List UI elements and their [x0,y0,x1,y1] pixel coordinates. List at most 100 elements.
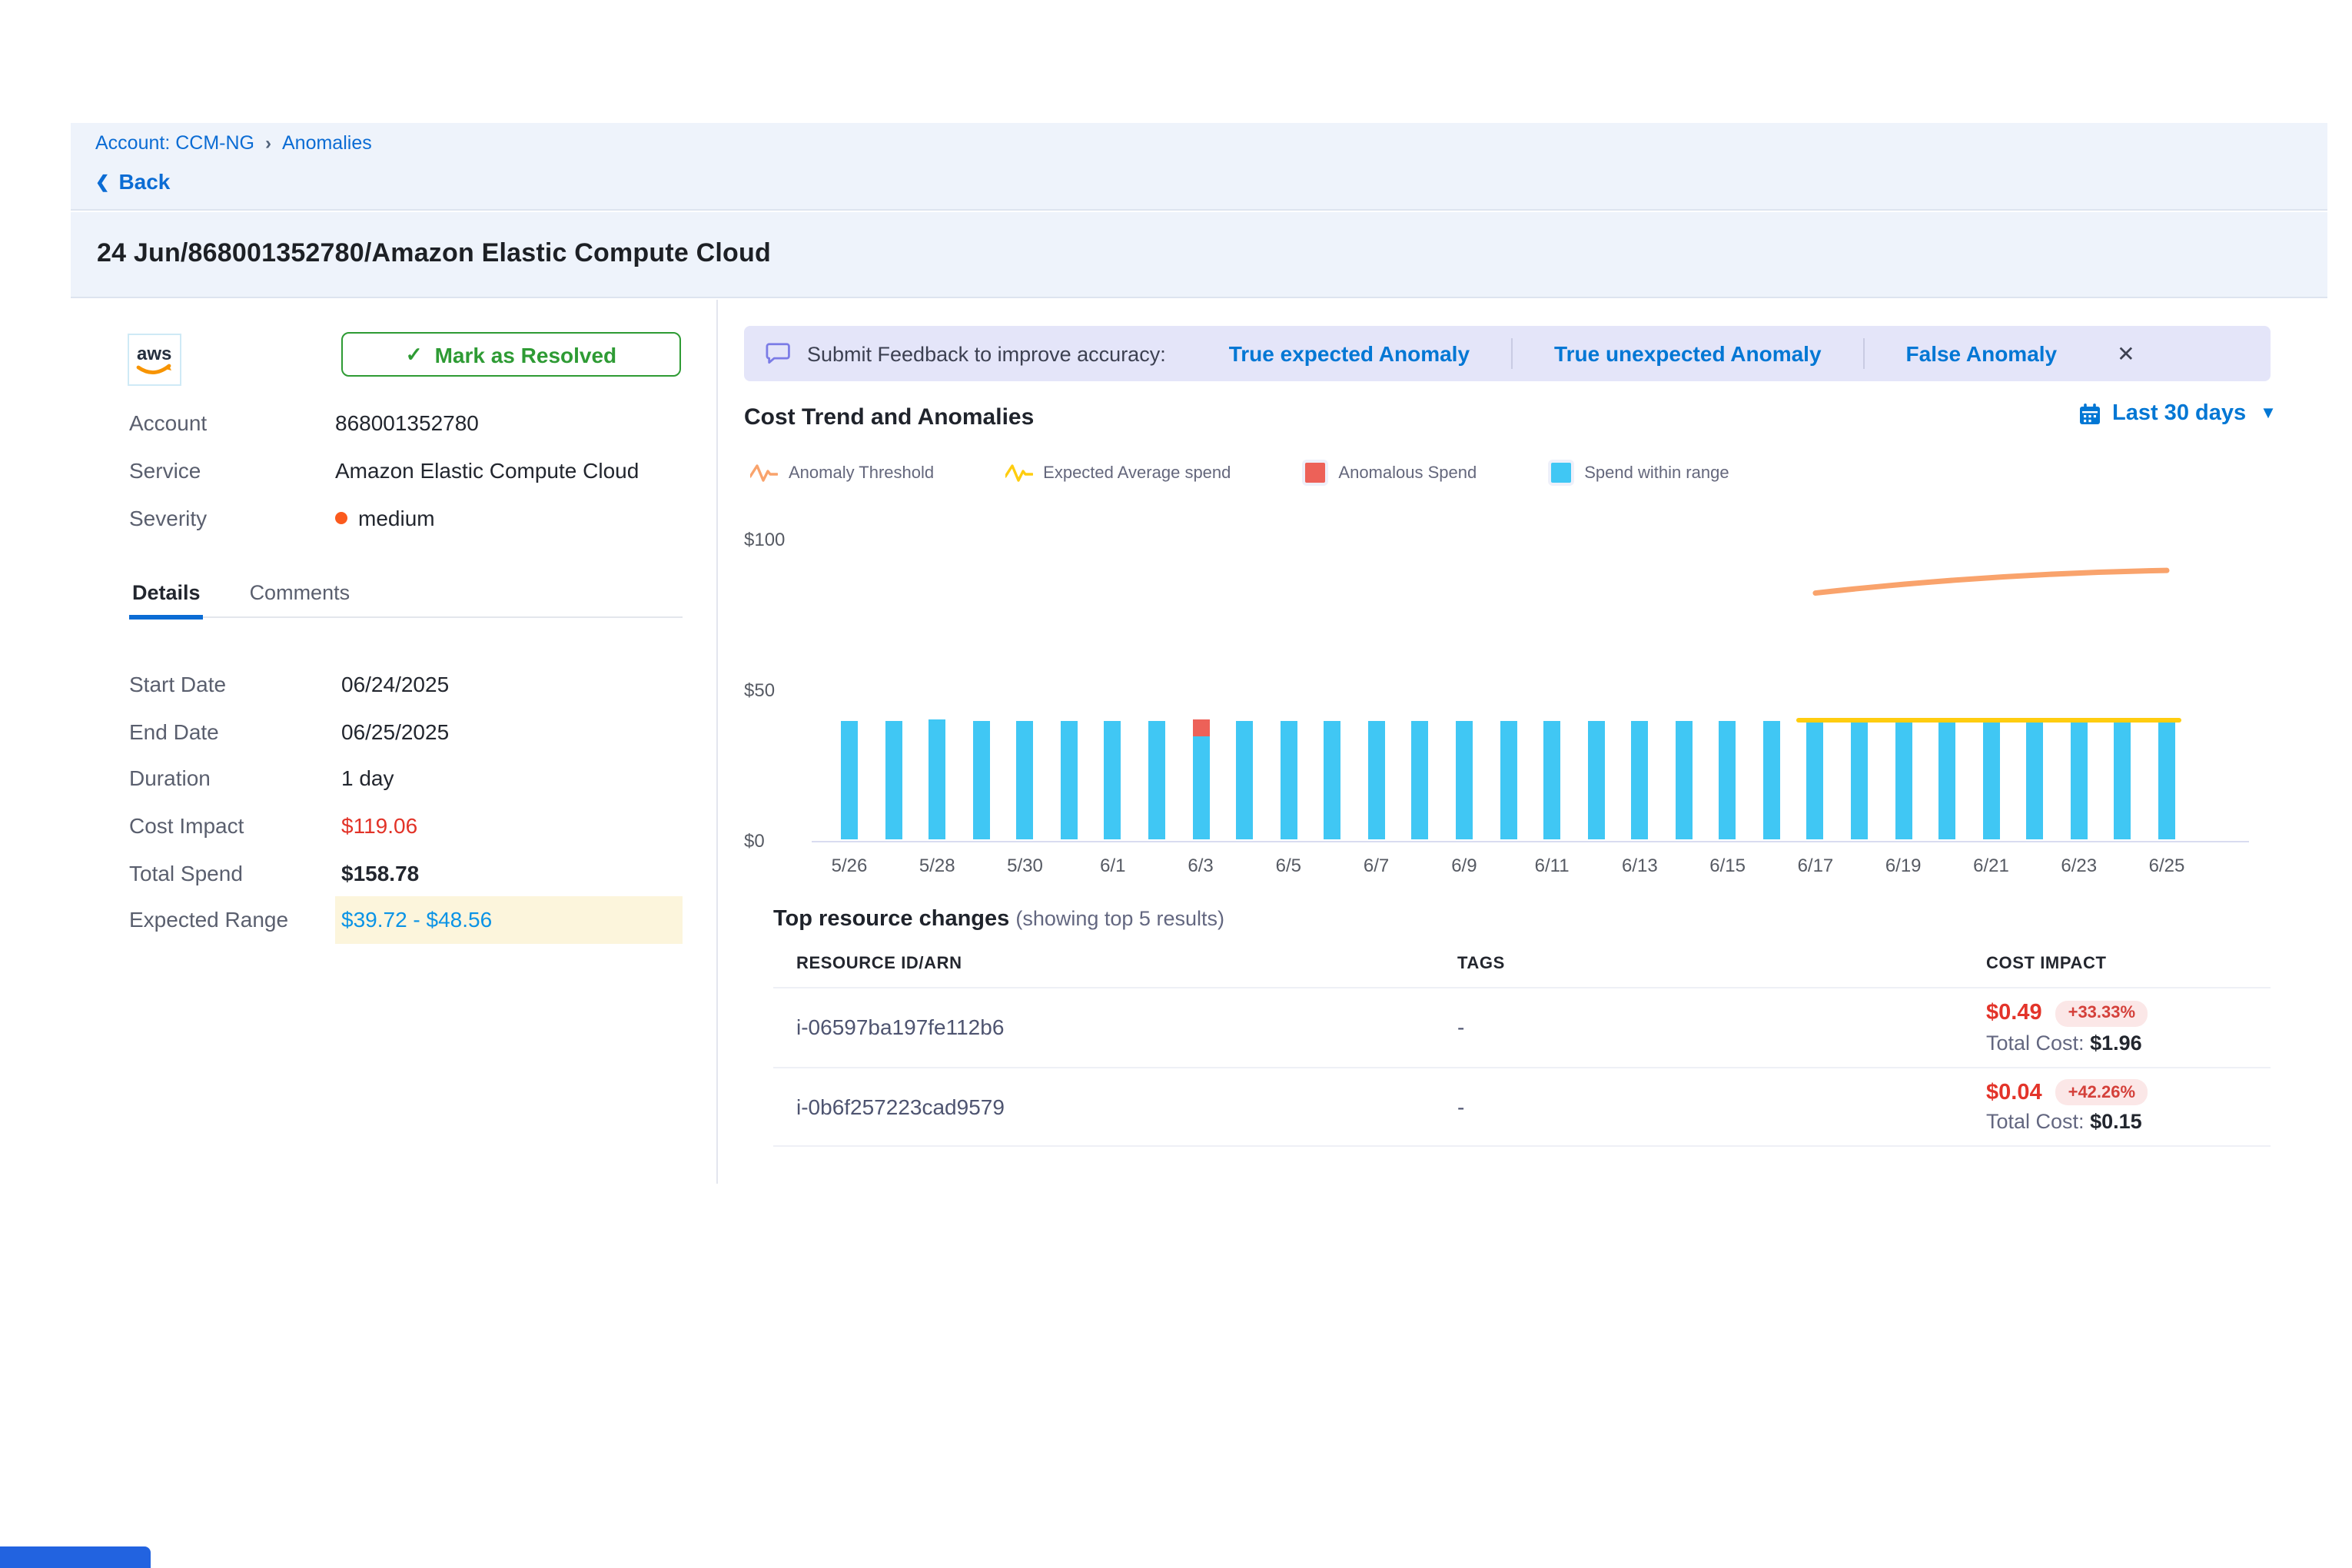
field-value: Amazon Elastic Compute Cloud [335,458,639,483]
close-icon[interactable]: ✕ [2117,341,2134,367]
chat-bubble-icon [766,341,792,366]
field-value: medium [358,505,435,530]
feedback-option-false-anomaly[interactable]: False Anomaly [1863,338,2099,369]
chart-title: Cost Trend and Anomalies [744,404,1034,430]
page-header: Account: CCM-NG › Anomalies ❮ Back [71,123,2327,211]
cost-impact-value: $0.49 [1986,1002,2042,1026]
field-label: Duration [129,755,335,802]
feedback-bar: Submit Feedback to improve accuracy: Tru… [744,326,2271,381]
legend-item-anomalous-spend: Anomalous Spend [1301,460,1477,486]
feedback-option-true-expected-anomaly[interactable]: True expected Anomaly [1188,338,1511,369]
field-label: Start Date [129,661,335,708]
field-label: Cost Impact [129,802,335,849]
field-value: 06/25/2025 [335,708,683,755]
range-label: Last 30 days [2112,401,2246,426]
detail-tabs: Details Comments [129,575,683,618]
anomaly-details-page: Account: CCM-NG › Anomalies ❮ Back 24 Ju… [0,0,2352,1568]
field-value: $39.72 - $48.56 [335,896,683,943]
legend-item-spend-within-range: Spend within range [1547,460,1729,486]
panel-divider [716,300,718,1184]
calendar-icon [2078,402,2101,425]
cost-impact-line: $0.49 +33.33% [1986,1001,2271,1027]
field-row-severity: Severitymedium [129,494,707,541]
column-tags: TAGS [1457,955,1986,973]
feedback-options: True expected AnomalyTrue unexpected Ano… [1188,338,2098,369]
breadcrumb-account-link[interactable]: Account: CCM-NG [95,132,254,154]
total-cost-value: $0.15 [2090,1111,2142,1134]
cost-change-badge: +42.26% [2056,1080,2148,1106]
aws-icon: aws [132,339,177,380]
svg-text:aws: aws [137,343,171,364]
field-label: Account [129,411,335,436]
resource-tags: - [1457,1015,1986,1040]
breadcrumb: Account: CCM-NG › Anomalies [95,132,372,154]
tab-details[interactable]: Details [129,575,204,616]
severity-badge: medium [335,505,435,530]
field-row-service: ServiceAmazon Elastic Compute Cloud [129,447,707,493]
legend-item-anomaly-threshold: Anomaly Threshold [750,461,934,484]
field-row-cost-impact: Cost Impact$119.06 [129,802,683,849]
square-icon [1547,460,1573,486]
cost-trend-chart: $0$50$1005/265/285/306/16/36/56/76/96/11… [744,523,2271,892]
square-icon [1301,460,1327,486]
column-cost-impact: COST IMPACT [1986,955,2271,973]
top-resource-changes: Top resource changes (showing top 5 resu… [773,907,2271,1147]
legend-label: Anomalous Spend [1338,463,1477,482]
field-label: End Date [129,708,335,755]
check-icon: ✓ [406,342,423,367]
column-resource-id: RESOURCE ID/ARN [796,955,1457,973]
anomaly-threshold-line [1815,570,2167,593]
field-row-duration: Duration1 day [129,755,683,802]
resource-cost-impact: $0.04 +42.26% Total Cost: $0.15 [1986,1080,2271,1134]
resource-table-title: Top resource changes (showing top 5 resu… [773,907,2271,932]
back-button[interactable]: ❮ Back [95,169,170,194]
field-row-account: Account868001352780 [129,400,707,447]
severity-dot-icon [335,511,347,523]
breadcrumb-separator-icon: › [265,132,271,154]
field-value: $158.78 [335,849,683,896]
field-row-start-date: Start Date06/24/2025 [129,661,683,708]
field-value: 868001352780 [335,411,479,436]
cost-change-badge: +33.33% [2056,1001,2148,1027]
resource-tags: - [1457,1095,1986,1119]
legend-label: Expected Average spend [1043,463,1231,482]
pulse-line-icon [750,461,778,484]
resolve-button-label: Mark as Resolved [435,342,617,367]
back-label: Back [118,169,170,194]
table-row: i-06597ba197fe112b6-$0.49 +33.33% Total Co… [773,988,2271,1068]
title-band: 24 Jun/868001352780/Amazon Elastic Compu… [71,212,2327,298]
field-row-end-date: End Date06/25/2025 [129,708,683,755]
page-title: 24 Jun/868001352780/Amazon Elastic Compu… [97,238,771,269]
resource-id: i-06597ba197fe112b6 [796,1015,1457,1040]
total-cost-line: Total Cost: $0.15 [1986,1111,2271,1134]
legend-label: Anomaly Threshold [789,463,934,482]
chart-legend: Anomaly Threshold Expected Average spend A… [750,460,1729,486]
docked-help-widget[interactable] [0,1546,151,1568]
date-range-selector[interactable]: Last 30 days ▼ [2078,401,2277,426]
caret-down-icon: ▼ [2260,404,2277,423]
summary-fields: Account868001352780ServiceAmazon Elastic… [129,400,707,541]
total-cost-line: Total Cost: $1.96 [1986,1031,2271,1055]
resource-table-subtitle: (showing top 5 results) [1015,907,1224,930]
chevron-left-icon: ❮ [95,171,109,191]
field-value: 06/24/2025 [335,661,683,708]
aws-logo: aws [128,334,181,386]
field-row-expected-range: Expected Range$39.72 - $48.56 [129,896,683,943]
field-value: 1 day [335,755,683,802]
tab-comments[interactable]: Comments [247,575,354,616]
resource-table-body: i-06597ba197fe112b6-$0.49+33.33%Total Co… [773,988,2271,1147]
breadcrumb-anomalies-link[interactable]: Anomalies [282,132,372,154]
mark-as-resolved-button[interactable]: ✓ Mark as Resolved [341,332,681,377]
cost-impact-value: $0.04 [1986,1081,2042,1105]
table-row: i-0b6f257223cad9579-$0.04 +42.26% Total Co… [773,1068,2271,1147]
feedback-option-true-unexpected-anomaly[interactable]: True unexpected Anomaly [1511,338,1863,369]
cost-impact-line: $0.04 +42.26% [1986,1080,2271,1106]
resource-id: i-0b6f257223cad9579 [796,1095,1457,1119]
field-label: Expected Range [129,896,335,943]
field-label: Service [129,458,335,483]
detail-fields: Start Date06/24/2025End Date06/25/2025Du… [129,661,683,943]
legend-label: Spend within range [1584,463,1729,482]
pulse-line-icon [1005,461,1032,484]
feedback-prompt: Submit Feedback to improve accuracy: [807,342,1166,365]
chart-lines [744,523,2271,892]
